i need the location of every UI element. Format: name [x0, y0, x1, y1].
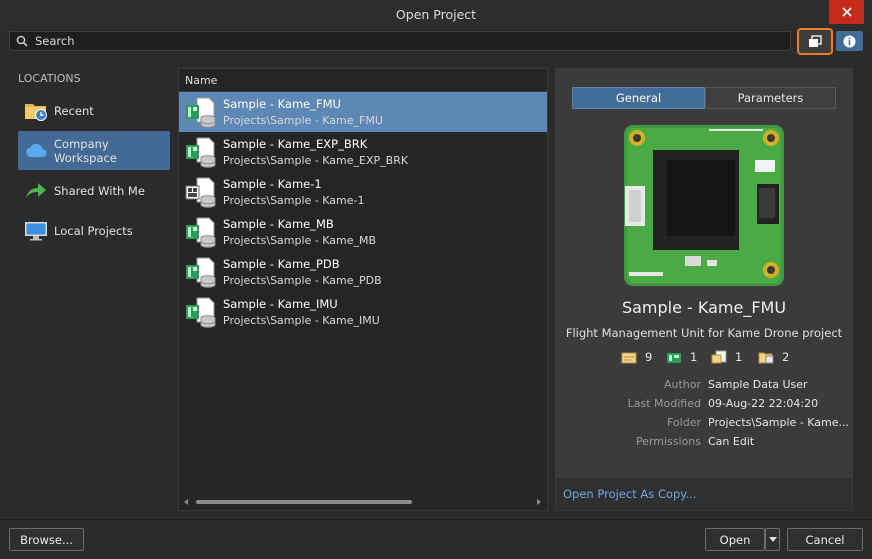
location-label: Company Workspace	[54, 136, 117, 165]
tab-general[interactable]: General	[572, 87, 705, 109]
footer-divider	[0, 519, 872, 520]
schematic-count: 9	[621, 350, 652, 364]
project-row[interactable]: Sample - Kame_PDB Projects\Sample - Kame…	[179, 252, 547, 292]
count-value: 2	[782, 350, 790, 364]
copy-icon	[809, 35, 822, 47]
cancel-button[interactable]: Cancel	[787, 528, 863, 551]
pcb-project-icon	[186, 97, 216, 128]
project-path: Projects\Sample - Kame_PDB	[223, 274, 382, 287]
open-button[interactable]: Open	[705, 528, 765, 551]
search-input[interactable]	[9, 31, 791, 51]
project-path: Projects\Sample - Kame_EXP_BRK	[223, 154, 409, 167]
project-path: Projects\Sample - Kame_IMU	[223, 314, 380, 327]
pcb-project-icon	[186, 137, 216, 168]
last-modified-label: Last Modified	[627, 397, 701, 410]
project-description: Flight Management Unit for Kame Drone pr…	[565, 326, 843, 340]
location-label: Recent	[54, 103, 94, 118]
count-value: 9	[645, 350, 653, 364]
project-row[interactable]: Sample - Kame_MB Projects\Sample - Kame_…	[179, 212, 547, 252]
search-icon	[16, 35, 28, 47]
name-column-label: Name	[185, 74, 218, 87]
search-placeholder: Search	[35, 34, 75, 48]
project-row[interactable]: Sample - Kame-1 Projects\Sample - Kame-1	[179, 172, 547, 212]
scrollbar-thumb[interactable]	[196, 500, 412, 504]
share-arrow-icon	[26, 183, 46, 198]
other-doc-count: 2	[758, 350, 789, 364]
count-value: 1	[690, 350, 698, 364]
location-label: Local Projects	[54, 223, 133, 238]
cloud-icon	[26, 143, 47, 157]
last-modified-value: 09-Aug-22 22:04:20	[708, 397, 819, 410]
location-company-workspace[interactable]: Company Workspace	[18, 131, 170, 170]
pcb-project-icon	[186, 217, 216, 248]
info-icon	[843, 35, 856, 47]
monitor-icon	[25, 222, 47, 241]
pcb-doc-icon	[667, 352, 681, 363]
locations-header: LOCATIONS	[18, 72, 81, 85]
pcb-project-icon	[186, 297, 216, 328]
outjob-doc-icon	[711, 350, 727, 364]
list-column-header[interactable]	[179, 69, 547, 92]
pcb-count: 1	[666, 350, 697, 364]
folder-label: Folder	[667, 416, 701, 429]
close-button[interactable]	[829, 0, 864, 24]
project-path: Projects\Sample - Kame-1	[223, 194, 365, 207]
project-title: Sample - Kame_FMU	[621, 298, 787, 317]
permissions-value: Can Edit	[708, 435, 755, 448]
count-value: 1	[735, 350, 743, 364]
project-row[interactable]: Sample - Kame_IMU Projects\Sample - Kame…	[179, 292, 547, 332]
project-name: Sample - Kame_EXP_BRK	[223, 137, 368, 151]
schematic-doc-icon	[621, 352, 637, 363]
pcb-project-icon	[186, 257, 216, 288]
project-name: Sample - Kame-1	[223, 177, 322, 191]
location-shared-with-me[interactable]: Shared With Me	[18, 171, 170, 210]
chevron-down-icon	[768, 537, 777, 542]
project-row[interactable]: Sample - Kame_EXP_BRK Projects\Sample - …	[179, 132, 547, 172]
project-path: Projects\Sample - Kame_FMU	[223, 114, 383, 127]
browse-button[interactable]: Browse...	[9, 528, 84, 551]
project-name: Sample - Kame_IMU	[223, 297, 338, 311]
author-value: Sample Data User	[708, 378, 808, 391]
tab-parameters[interactable]: Parameters	[705, 87, 836, 109]
project-thumbnail-image	[624, 125, 784, 286]
outjob-count: 1	[711, 350, 742, 364]
open-dropdown-button[interactable]	[765, 528, 780, 551]
project-name: Sample - Kame_FMU	[223, 97, 341, 111]
info-button[interactable]	[836, 31, 863, 51]
open-as-copy-button[interactable]	[797, 28, 833, 55]
multiboard-project-icon	[185, 177, 216, 208]
project-row[interactable]: Sample - Kame_FMU Projects\Sample - Kame…	[179, 92, 547, 132]
project-name: Sample - Kame_MB	[223, 217, 334, 231]
project-name: Sample - Kame_PDB	[223, 257, 340, 271]
close-icon	[841, 7, 852, 17]
location-recent[interactable]: Recent	[18, 91, 170, 130]
recent-folder-icon	[25, 104, 47, 121]
permissions-label: Permissions	[635, 435, 701, 448]
folder-value: Projects\Sample - Kame...	[708, 416, 850, 429]
other-doc-icon	[758, 352, 774, 364]
author-label: Author	[663, 378, 701, 391]
open-project-as-copy-link[interactable]: Open Project As Copy...	[563, 487, 696, 501]
window-title: Open Project	[395, 7, 477, 22]
location-local-projects[interactable]: Local Projects	[18, 211, 170, 250]
project-path: Projects\Sample - Kame_MB	[223, 234, 377, 247]
location-label: Shared With Me	[54, 183, 145, 198]
